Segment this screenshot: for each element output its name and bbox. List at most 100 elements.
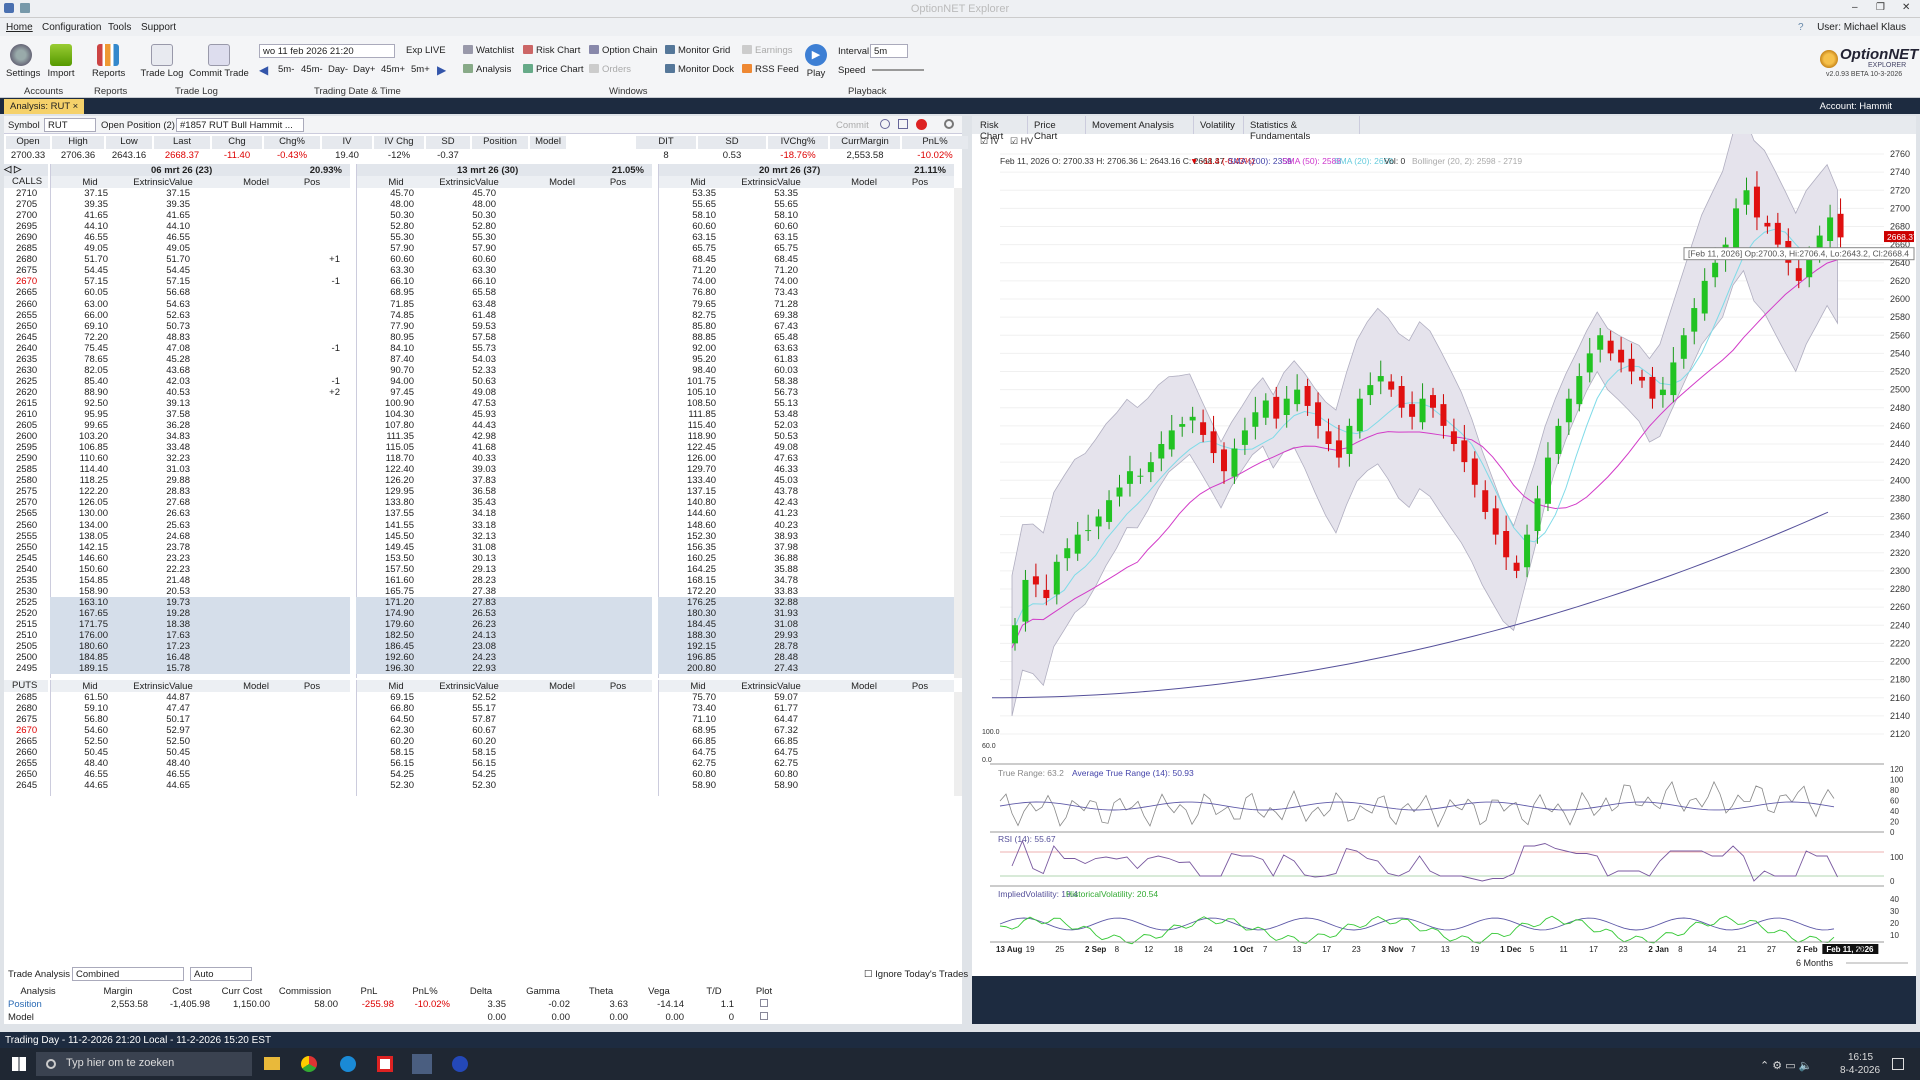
candle[interactable]	[1398, 386, 1405, 408]
help-icon[interactable]: ?	[1798, 22, 1804, 33]
table-row[interactable]: 92.00 63.63	[658, 343, 954, 354]
table-row[interactable]: 145.50 32.13	[356, 531, 652, 542]
candle[interactable]	[1315, 402, 1322, 426]
table-row[interactable]: 176.00 17.63	[50, 630, 350, 642]
table-row[interactable]: 158.90 20.53	[50, 586, 350, 597]
table-row[interactable]: 69.10 50.73	[50, 321, 350, 332]
table-row[interactable]: 153.50 30.13	[356, 553, 652, 564]
candle[interactable]	[1618, 349, 1625, 363]
candle[interactable]	[1273, 396, 1280, 419]
table-row[interactable]: 184.85 16.48	[50, 652, 350, 664]
table-row[interactable]: 168.15 34.78	[658, 575, 954, 586]
table-row[interactable]: 88.85 65.48	[658, 332, 954, 343]
period-selector[interactable]: 6 Months	[1796, 958, 1834, 968]
speed-slider[interactable]	[872, 69, 924, 71]
menu-configuration[interactable]: Configuration	[42, 22, 101, 33]
candle[interactable]	[1221, 449, 1227, 472]
step-45m-back[interactable]: 45m-	[301, 64, 323, 75]
table-row[interactable]: 71.20 71.20	[658, 265, 954, 276]
table-row[interactable]: 94.00 50.63	[356, 376, 652, 387]
table-row[interactable]: 188.30 29.93	[658, 630, 954, 642]
candle[interactable]	[1795, 268, 1802, 281]
settings-icon[interactable]	[944, 119, 954, 129]
orders-button[interactable]: Orders	[589, 64, 631, 75]
candle[interactable]	[1597, 335, 1604, 350]
table-row[interactable]: 114.40 31.03	[50, 464, 350, 475]
candle[interactable]	[1095, 516, 1102, 527]
toggle-iv[interactable]: ☑ IV	[980, 136, 999, 146]
candle[interactable]	[1126, 471, 1133, 484]
candle[interactable]	[1064, 548, 1071, 559]
candle[interactable]	[1116, 487, 1123, 497]
rss-feed-button[interactable]: RSS Feed	[742, 64, 799, 75]
tab-statistics-fundamentals[interactable]: Statistics & Fundamentals	[1244, 116, 1360, 142]
plot-checkbox[interactable]	[760, 1012, 768, 1020]
play-button[interactable]: ▶ Play	[802, 44, 830, 79]
table-row[interactable]: 53.35 53.35	[658, 188, 954, 199]
table-row[interactable]: 180.60 17.23	[50, 641, 350, 653]
candle[interactable]	[1827, 217, 1834, 241]
table-row[interactable]: 148.60 40.23	[658, 520, 954, 531]
table-row[interactable]: 196.85 28.48	[658, 652, 954, 664]
candle[interactable]	[1210, 431, 1217, 454]
table-row[interactable]: 111.35 42.98	[356, 431, 652, 442]
table-row[interactable]: 52.50 52.50	[50, 736, 350, 747]
table-row[interactable]: 62.30 60.67	[356, 725, 652, 736]
table-row[interactable]: 192.60 24.23	[356, 652, 652, 664]
table-row[interactable]: 101.75 58.38	[658, 376, 954, 387]
table-row[interactable]: 71.10 64.47	[658, 714, 954, 725]
table-row[interactable]: 87.40 54.03	[356, 354, 652, 365]
table-row[interactable]: 141.55 33.18	[356, 520, 652, 531]
chrome-icon[interactable]	[301, 1056, 317, 1072]
candle[interactable]	[1701, 280, 1708, 314]
candle[interactable]	[1200, 422, 1207, 435]
table-row[interactable]: 57.90 57.90	[356, 243, 652, 254]
monitor-grid-button[interactable]: Monitor Grid	[665, 45, 730, 56]
earnings-button[interactable]: Earnings	[742, 45, 793, 56]
candle[interactable]	[1053, 561, 1060, 595]
ta-row-label[interactable]: Model	[8, 1012, 68, 1023]
tab-volatility[interactable]: Volatility	[1194, 116, 1244, 134]
step-back-icon[interactable]: ◀	[259, 63, 268, 77]
analysis-mode-select[interactable]: Combined	[72, 967, 184, 981]
tray-icons[interactable]: ⌃ ⚙ ▭ 🔈	[1760, 1059, 1812, 1072]
table-row[interactable]: 184.45 31.08	[658, 618, 954, 630]
table-row[interactable]: 60.60 60.60	[356, 254, 652, 265]
table-row[interactable]: 126.00 47.63	[658, 453, 954, 464]
expiration-header[interactable]: 13 mrt 26 (30) 21.05%	[357, 164, 652, 176]
candle[interactable]	[1346, 425, 1353, 454]
table-row[interactable]: 95.20 61.83	[658, 354, 954, 365]
table-row[interactable]: 126.20 37.83	[356, 475, 652, 486]
puts-scrollbar[interactable]	[954, 692, 962, 796]
candle[interactable]	[1262, 400, 1269, 418]
menu-support[interactable]: Support	[141, 22, 176, 33]
table-row[interactable]: 110.60 32.23	[50, 453, 350, 464]
risk-chart-button[interactable]: Risk Chart	[523, 45, 580, 56]
table-row[interactable]: 49.05 49.05	[50, 243, 350, 254]
table-row[interactable]: 95.95 37.58	[50, 409, 350, 420]
table-row[interactable]: 99.65 36.28	[50, 420, 350, 431]
table-row[interactable]: 118.25 29.88	[50, 475, 350, 486]
table-row[interactable]: 122.20 28.83	[50, 486, 350, 497]
table-row[interactable]: 60.05 56.68	[50, 287, 350, 298]
step-45m-forward[interactable]: 45m+	[381, 64, 405, 75]
table-row[interactable]: 97.45 49.08	[356, 387, 652, 398]
candle[interactable]	[1712, 262, 1719, 278]
candle[interactable]	[1074, 534, 1081, 554]
plot-checkbox[interactable]	[760, 999, 768, 1007]
table-row[interactable]: 163.10 19.73	[50, 596, 350, 608]
candle[interactable]	[1576, 376, 1583, 405]
candle[interactable]	[1179, 424, 1186, 427]
price-chart-button[interactable]: Price Chart	[523, 64, 584, 75]
table-row[interactable]: 111.85 53.48	[658, 409, 954, 420]
table-row[interactable]: 104.30 45.93	[356, 409, 652, 420]
table-row[interactable]: 105.10 56.73	[658, 387, 954, 398]
minimize-icon[interactable]: –	[1852, 2, 1858, 13]
app-red-icon[interactable]	[377, 1056, 393, 1072]
table-row[interactable]: 137.15 43.78	[658, 486, 954, 497]
candle[interactable]	[1534, 498, 1541, 531]
commit-trade-button[interactable]: Commit Trade	[188, 44, 250, 79]
candle[interactable]	[1043, 589, 1050, 599]
candle[interactable]	[1440, 404, 1447, 426]
table-row[interactable]: 118.90 50.53	[658, 431, 954, 442]
